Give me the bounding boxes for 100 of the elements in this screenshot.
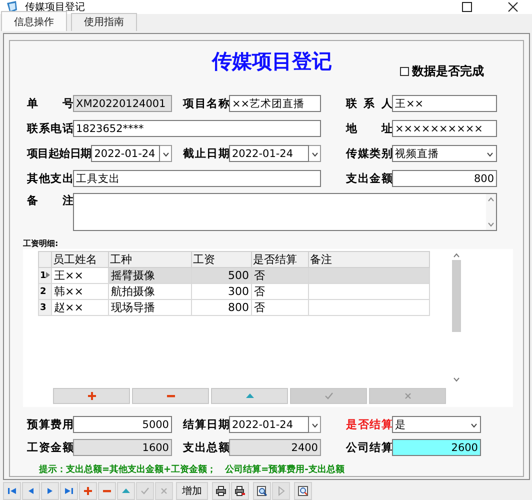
- table-cell: 否: [252, 268, 308, 284]
- field-label: 项目起始日期: [27, 146, 92, 161]
- scroll-up-icon[interactable]: [487, 196, 495, 202]
- caret-icon: [470, 422, 478, 428]
- field-label: 工资金额: [27, 440, 73, 455]
- row-pointer-icon: [46, 272, 50, 278]
- first-icon: [7, 486, 17, 496]
- field-label: 备 注: [27, 193, 73, 208]
- dropdown-button[interactable]: [160, 145, 172, 162]
- date-field[interactable]: 2022-01-24: [91, 145, 160, 162]
- row-number: 2: [38, 284, 52, 300]
- scroll-down-icon[interactable]: [452, 375, 461, 384]
- input-field[interactable]: 2400: [229, 439, 321, 456]
- triangle-up-icon: [244, 391, 254, 401]
- field-label: 是否结算: [346, 417, 392, 432]
- field-label: 地 址: [346, 121, 392, 136]
- field-label: 传媒类别: [346, 146, 392, 161]
- table-cell: 韩××: [52, 284, 108, 300]
- scrollbar[interactable]: [452, 251, 461, 384]
- tab[interactable]: 使用指南: [71, 13, 137, 31]
- dropdown[interactable]: 是: [392, 416, 481, 433]
- input-field[interactable]: 1600: [73, 439, 172, 456]
- table-cell: 现场导播: [108, 300, 192, 316]
- check-icon: [324, 391, 334, 401]
- close-icon[interactable]: [508, 2, 518, 12]
- caret-icon: [162, 150, 170, 156]
- dropdown-button[interactable]: [309, 416, 321, 433]
- input-field[interactable]: 5000: [73, 416, 172, 433]
- scroll-up-icon[interactable]: [452, 251, 461, 260]
- grid-button[interactable]: [53, 388, 130, 404]
- column-header: 是否结算: [252, 252, 308, 268]
- cross-icon: [402, 391, 412, 401]
- table-cell: 否: [252, 300, 308, 316]
- triangle-up-icon: [121, 486, 131, 496]
- check-icon: [140, 486, 150, 496]
- printer-icon: [216, 486, 226, 496]
- table-cell: 航拍摄像: [108, 284, 192, 300]
- tab[interactable]: 信息操作: [1, 11, 67, 31]
- table-cell: 王××: [52, 268, 108, 284]
- column-header: 工资: [192, 252, 252, 268]
- caret-icon: [310, 150, 318, 156]
- table-cell: 800: [192, 300, 252, 316]
- checkbox-label: 数据是否完成: [412, 63, 484, 80]
- scroll-down-icon[interactable]: [487, 222, 495, 228]
- dropdown-button[interactable]: [309, 145, 321, 162]
- table-cell: 赵××: [52, 300, 108, 316]
- column-header: 工种: [108, 252, 192, 268]
- date-field[interactable]: 2022-01-24: [229, 416, 309, 433]
- input-field[interactable]: 1823652****: [73, 120, 321, 137]
- input-field[interactable]: 800: [392, 170, 497, 187]
- magnifier-icon: [257, 486, 267, 496]
- field-label: 支出金额: [346, 171, 392, 186]
- cross-icon: [159, 486, 169, 496]
- field-label: 支出总额: [183, 440, 229, 455]
- toolbar-button[interactable]: [231, 482, 249, 500]
- input-field[interactable]: 2600: [392, 439, 481, 456]
- field-label: 项目名称: [183, 96, 229, 111]
- dropdown[interactable]: 视频直播: [392, 145, 497, 162]
- table-cell: 否: [252, 284, 308, 300]
- row-number: 1: [38, 268, 52, 284]
- toolbar-button[interactable]: [212, 482, 230, 500]
- play-icon: [276, 486, 286, 496]
- field-label: 单 号: [27, 96, 73, 111]
- field-label: 结算日期: [183, 417, 229, 432]
- printer-icon: [235, 486, 245, 496]
- plus-icon: [86, 391, 96, 401]
- checkbox[interactable]: [400, 67, 409, 76]
- input-field[interactable]: XM20220124001: [73, 95, 172, 112]
- next-icon: [45, 486, 55, 496]
- caret-icon: [310, 422, 318, 428]
- column-header: 员工姓名: [52, 252, 108, 268]
- group-label: 工资明细:: [23, 239, 60, 249]
- text-area[interactable]: [73, 193, 497, 231]
- last-icon: [64, 486, 74, 496]
- previous-icon: [26, 486, 36, 496]
- date-field[interactable]: 2022-01-24: [229, 145, 309, 162]
- table-cell: 300: [192, 284, 252, 300]
- maximize-icon[interactable]: [462, 2, 472, 12]
- field-label: 联系电话: [27, 121, 73, 136]
- magnifier-icon: [298, 486, 308, 496]
- form-heading: 传媒项目登记: [212, 48, 332, 75]
- field-label: 联 系 人: [346, 96, 392, 111]
- field-label: 其他支出: [27, 171, 73, 186]
- input-field[interactable]: ××艺术团直播: [229, 95, 321, 112]
- table-cell: 摇臂摄像: [108, 268, 192, 284]
- column-header: 备注: [308, 252, 430, 268]
- plus-icon: [83, 486, 93, 496]
- input-field[interactable]: 工具支出: [73, 170, 321, 187]
- toolbar-button[interactable]: [253, 482, 271, 500]
- field-label: 公司结算: [346, 440, 392, 455]
- toolbar-button[interactable]: 增加: [176, 482, 208, 500]
- caret-icon: [486, 150, 494, 156]
- row-number: 3: [38, 300, 52, 316]
- table-cell: 500: [192, 268, 252, 284]
- field-label: 预算费用: [27, 417, 73, 432]
- toolbar-button[interactable]: [294, 482, 312, 500]
- input-field[interactable]: ××××××××××: [392, 120, 497, 137]
- input-field[interactable]: 王××: [392, 95, 497, 112]
- field-label: 截止日期: [183, 146, 229, 161]
- window-title: 传媒项目登记: [25, 1, 85, 14]
